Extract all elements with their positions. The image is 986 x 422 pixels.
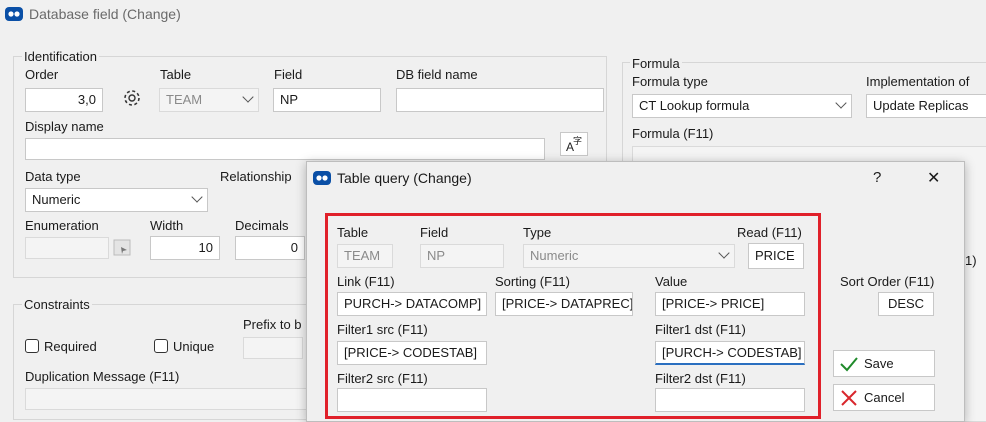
dbfield-label: DB field name	[396, 67, 478, 82]
dq-filter1src-label: Filter1 src (F11)	[337, 322, 428, 337]
save-button[interactable]: Save	[833, 350, 935, 377]
table-label: Table	[160, 67, 192, 82]
display-name-input[interactable]	[25, 138, 545, 160]
datatype-select-value: Numeric	[32, 192, 81, 207]
formula-type-label: Formula type	[632, 74, 708, 89]
duplication-label: Duplication Message (F11)	[25, 369, 180, 384]
prefix-label: Prefix to b	[243, 317, 302, 332]
gear-icon[interactable]	[120, 86, 146, 110]
cancel-label: Cancel	[864, 390, 905, 405]
dq-filter2dst-input[interactable]	[655, 388, 805, 412]
dq-table-label: Table	[337, 225, 369, 240]
chevron-down-icon	[718, 247, 730, 259]
save-label: Save	[864, 356, 894, 371]
field-label: Field	[274, 67, 303, 82]
dq-link-input[interactable]: PURCH-> DATACOMP]	[337, 292, 487, 316]
translate-button[interactable]: A字	[560, 132, 588, 156]
dq-sorting-input[interactable]: [PRICE-> DATAPREC]	[495, 292, 633, 316]
check-icon	[840, 357, 858, 372]
dq-type-select: Numeric	[523, 244, 735, 268]
enumeration-lookup-icon[interactable]	[112, 238, 134, 258]
unique-label: Unique	[173, 339, 215, 354]
formula-partial-text: 1)	[965, 253, 977, 268]
dq-filter1dst-input[interactable]: [PURCH-> CODESTAB]	[655, 341, 805, 365]
implementation-select[interactable]: Update Replicas	[866, 94, 986, 118]
width-input[interactable]: 10	[150, 236, 220, 260]
datatype-label: Data type	[25, 169, 81, 184]
dq-filter1dst-label: Filter1 dst (F11)	[655, 322, 746, 337]
formula-type-value: CT Lookup formula	[639, 98, 750, 113]
dq-read-input[interactable]: PRICE	[748, 243, 804, 269]
order-label: Order	[25, 67, 59, 82]
table-select: TEAM	[159, 88, 259, 112]
dq-value-input[interactable]: [PRICE-> PRICE]	[655, 292, 805, 316]
identification-title: Identification	[22, 49, 99, 64]
decimals-label: Decimals	[235, 218, 289, 233]
constraints-title: Constraints	[22, 297, 92, 312]
dbfield-input[interactable]	[396, 88, 604, 112]
dq-value-label: Value	[655, 274, 688, 289]
dq-filter2dst-label: Filter2 dst (F11)	[655, 371, 746, 386]
formula-type-select[interactable]: CT Lookup formula	[632, 94, 852, 118]
svg-text:字: 字	[573, 135, 582, 146]
dq-filter2src-label: Filter2 src (F11)	[337, 371, 428, 386]
dq-field-input: NP	[420, 244, 504, 268]
dq-field-label: Field	[420, 225, 449, 240]
enumeration-label: Enumeration	[25, 218, 99, 233]
width-label: Width	[150, 218, 184, 233]
window-title: Database field (Change)	[29, 6, 181, 22]
chevron-down-icon	[191, 191, 203, 203]
field-input[interactable]: NP	[273, 88, 381, 112]
enumeration-input	[25, 237, 109, 259]
dq-read-label: Read (F11)	[737, 225, 802, 240]
cancel-button[interactable]: Cancel	[833, 384, 935, 411]
unique-checkbox[interactable]	[154, 339, 168, 353]
dq-filter2src-input[interactable]	[337, 388, 487, 412]
relationship-label: Relationship	[220, 169, 292, 184]
chevron-down-icon	[835, 97, 847, 109]
dq-sorting-label: Sorting (F11)	[495, 274, 570, 289]
required-checkbox[interactable]	[25, 339, 39, 353]
formula-label: Formula (F11)	[632, 126, 714, 141]
dq-table-input: TEAM	[337, 244, 393, 268]
datatype-select[interactable]: Numeric	[25, 188, 208, 212]
dq-link-label: Link (F11)	[337, 274, 395, 289]
help-button[interactable]: ?	[873, 169, 881, 186]
close-icon[interactable]: ✕	[927, 168, 940, 188]
order-input[interactable]: 3,0	[25, 88, 103, 112]
implementation-label: Implementation of	[866, 74, 970, 89]
dq-type-label: Type	[523, 225, 552, 240]
prefix-input	[243, 337, 303, 359]
dq-filter1src-input[interactable]: [PRICE-> CODESTAB]	[337, 341, 487, 365]
dq-type-value: Numeric	[530, 248, 579, 263]
display-name-label: Display name	[25, 119, 104, 134]
dialog-title: Table query (Change)	[337, 170, 472, 186]
formula-title: Formula	[630, 56, 682, 71]
duplication-input	[25, 388, 315, 410]
dq-sortorder-label: Sort Order (F11)	[840, 274, 935, 289]
dq-sortorder-input[interactable]: DESC	[878, 292, 934, 316]
cancel-x-icon	[841, 390, 857, 406]
decimals-input[interactable]: 0	[235, 236, 305, 260]
dialog-app-icon	[313, 170, 331, 186]
required-label: Required	[44, 339, 97, 354]
table-select-value: TEAM	[166, 92, 203, 107]
app-icon	[5, 6, 23, 22]
chevron-down-icon	[242, 91, 254, 103]
